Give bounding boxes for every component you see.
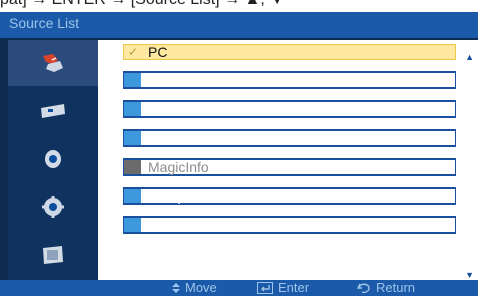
- enter-label: Enter: [278, 280, 310, 295]
- return-label: Return: [376, 280, 416, 295]
- row-marker: [124, 73, 141, 87]
- source-label: PC: [148, 44, 168, 60]
- source-list-osd: Source List ✓ PC DVI AV HDMI MagicInfo C…: [0, 12, 478, 296]
- row-marker: [124, 218, 141, 232]
- picture-icon[interactable]: [8, 88, 98, 134]
- scroll-up-icon[interactable]: ▲: [465, 52, 474, 62]
- multi-control-icon[interactable]: [8, 232, 98, 278]
- cropped-instruction: pat] → ENTER → [Source List] → ▲, ▼: [0, 0, 285, 9]
- source-label: HDMI: [148, 130, 184, 146]
- source-item-av[interactable]: AV: [123, 101, 456, 117]
- source-item-bnc[interactable]: BNC: [123, 217, 456, 233]
- source-label: AV: [148, 101, 166, 117]
- enter-icon: [257, 282, 273, 294]
- source-item-magicinfo: MagicInfo: [123, 159, 456, 175]
- cropped-instruction-text: pat] → ENTER → [Source List] → ▲, ▼: [0, 0, 478, 12]
- return-icon: [357, 283, 370, 294]
- row-marker: [124, 189, 141, 203]
- source-label: MagicInfo: [148, 159, 209, 175]
- source-item-hdmi[interactable]: HDMI: [123, 130, 456, 146]
- row-marker: [124, 102, 141, 116]
- sidebar-menu: [8, 40, 98, 280]
- source-item-dvi[interactable]: DVI: [123, 72, 456, 88]
- move-arrows-icon: [172, 283, 180, 293]
- source-list-panel: ✓ PC DVI AV HDMI MagicInfo Component BNC…: [98, 40, 478, 280]
- source-label: Component: [148, 188, 221, 204]
- title-bar: Source List: [0, 12, 478, 38]
- input-icon[interactable]: [8, 40, 98, 86]
- source-item-component[interactable]: Component: [123, 188, 456, 204]
- source-item-pc[interactable]: ✓ PC: [123, 44, 456, 60]
- check-icon: ✓: [128, 45, 139, 59]
- return-hint: Return: [357, 280, 415, 296]
- setup-icon[interactable]: [8, 184, 98, 230]
- move-hint: Move: [172, 280, 217, 296]
- row-marker: [124, 131, 141, 145]
- sound-icon[interactable]: [8, 136, 98, 182]
- source-label: DVI: [148, 72, 172, 88]
- scroll-down-icon[interactable]: ▼: [465, 270, 474, 280]
- source-label: BNC: [148, 217, 178, 233]
- enter-hint: Enter: [257, 280, 309, 296]
- control-hints-bar: Move Enter Return: [0, 280, 478, 296]
- osd-title: Source List: [9, 15, 80, 31]
- row-marker: [124, 160, 141, 174]
- move-label: Move: [185, 280, 217, 295]
